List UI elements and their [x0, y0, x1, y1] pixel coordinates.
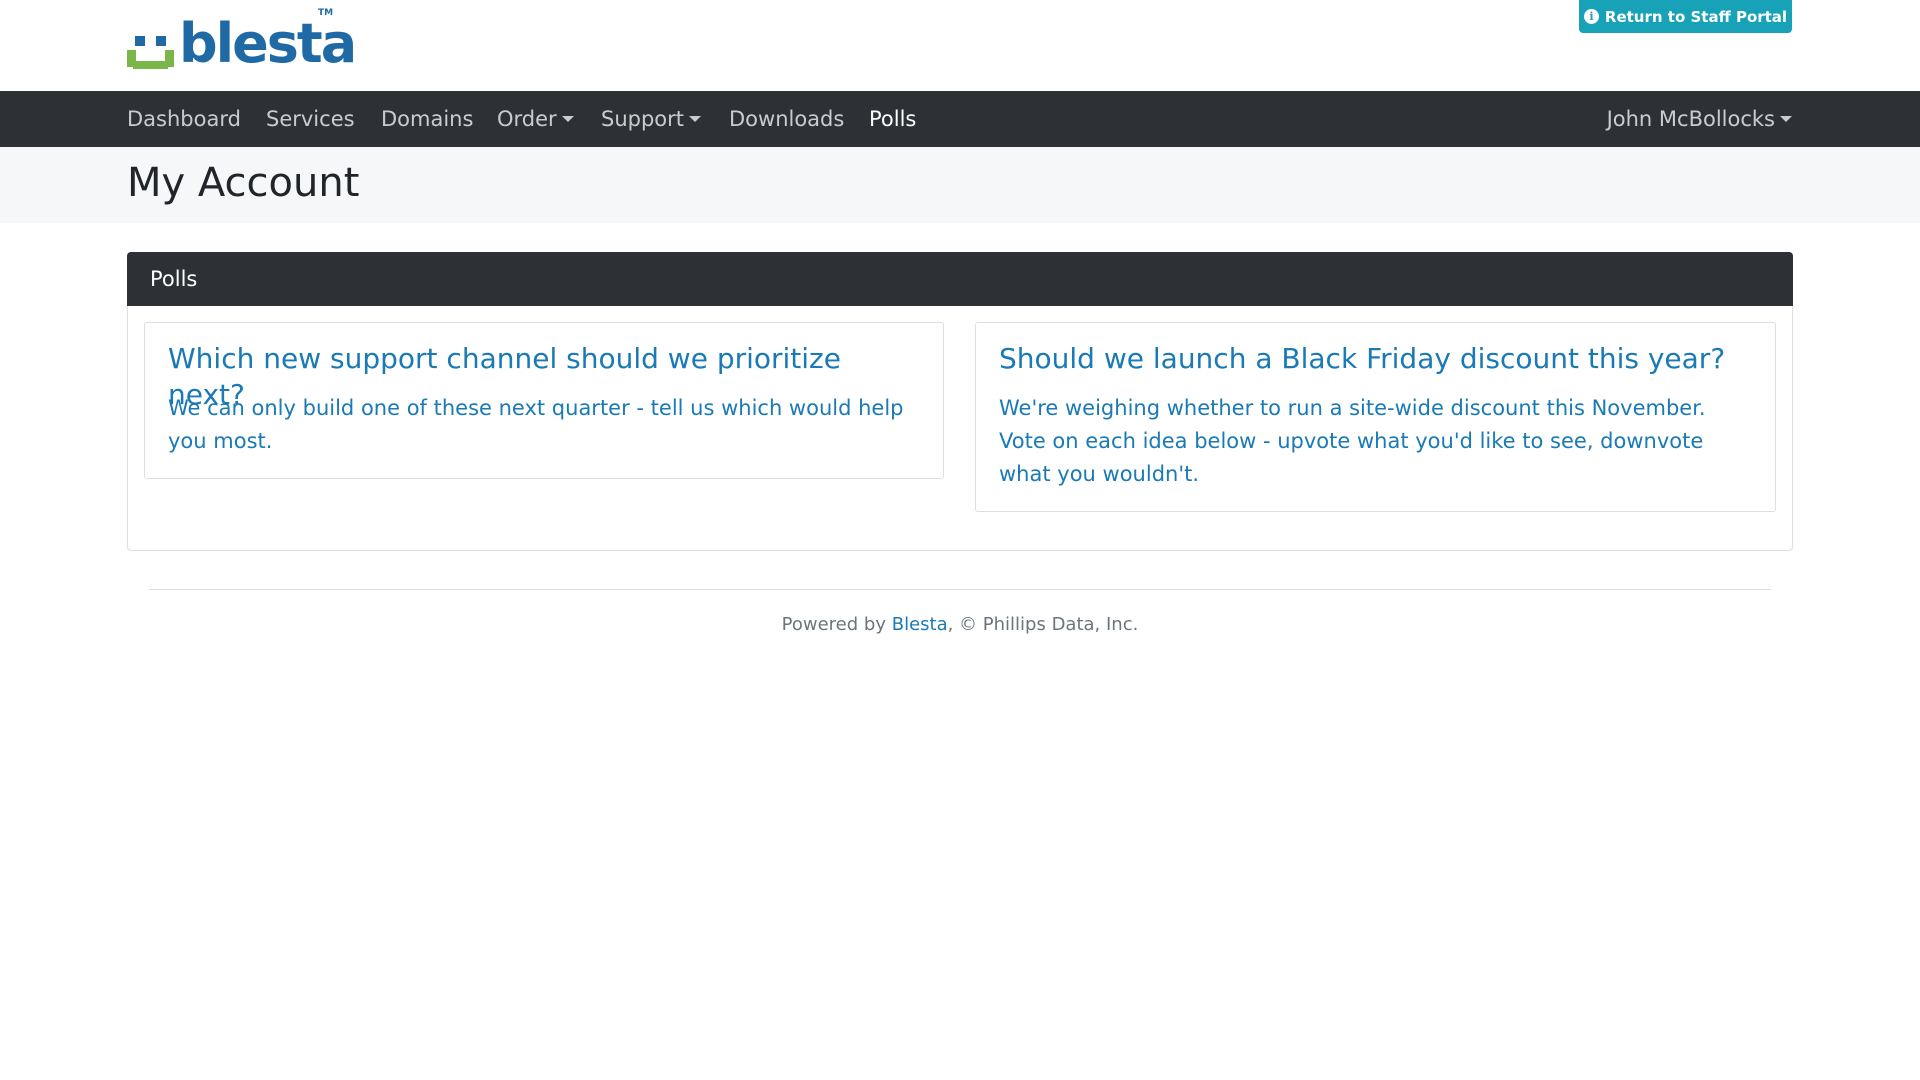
top-bar: blesta TM i Return to Staff Portal — [0, 0, 1920, 91]
footer-suffix: , © Phillips Data, Inc. — [947, 614, 1139, 635]
smiley-logo-icon — [127, 16, 175, 72]
nav-item-label: Downloads — [729, 107, 845, 131]
footer-prefix: Powered by — [781, 614, 892, 635]
nav-item-order[interactable]: Order — [497, 91, 574, 147]
polls-panel: Polls Which new support channel should w… — [127, 252, 1793, 551]
page-header: My Account — [0, 147, 1920, 223]
main-navbar: Dashboard Services Domains Order Support… — [0, 91, 1920, 147]
caret-down-icon — [1780, 116, 1792, 122]
nav-item-label: Support — [601, 107, 685, 131]
nav-item-support[interactable]: Support — [601, 91, 702, 147]
nav-item-services[interactable]: Services — [266, 91, 355, 147]
poll-card[interactable]: Which new support channel should we prio… — [144, 322, 944, 479]
nav-item-downloads[interactable]: Downloads — [729, 91, 844, 147]
poll-description: We're weighing whether to run a site-wid… — [999, 396, 1706, 486]
nav-item-label: Domains — [381, 107, 474, 131]
nav-item-dashboard[interactable]: Dashboard — [127, 91, 241, 147]
caret-down-icon — [689, 116, 702, 122]
footer: Powered by Blesta, © Phillips Data, Inc. — [0, 614, 1920, 635]
nav-item-label: Order — [497, 107, 557, 131]
nav-item-domains[interactable]: Domains — [381, 91, 473, 147]
page-title: My Account — [127, 160, 360, 206]
panel-header: Polls — [127, 252, 1793, 306]
return-to-staff-portal-label: Return to Staff Portal — [1604, 7, 1788, 26]
logo-wordmark: blesta — [179, 12, 357, 75]
info-circle-icon: i — [1583, 9, 1599, 24]
poll-question[interactable]: Should we launch a Black Friday discount… — [999, 341, 1755, 377]
nav-item-label: Polls — [869, 107, 917, 131]
user-menu-dropdown[interactable]: John McBollocks — [1607, 91, 1792, 147]
return-to-staff-portal-button[interactable]: i Return to Staff Portal — [1579, 0, 1792, 33]
user-menu-label: John McBollocks — [1606, 107, 1775, 131]
logo-trademark: TM — [318, 8, 334, 18]
caret-down-icon — [561, 116, 574, 122]
poll-description: We can only build one of these next quar… — [168, 396, 904, 453]
panel-title: Polls — [150, 267, 198, 291]
footer-blesta-link[interactable]: Blesta — [892, 614, 948, 635]
poll-card[interactable]: Should we launch a Black Friday discount… — [975, 322, 1776, 512]
nav-item-label: Dashboard — [127, 107, 241, 131]
nav-item-polls[interactable]: Polls — [869, 91, 916, 147]
footer-divider — [149, 589, 1771, 590]
nav-item-label: Services — [266, 107, 355, 131]
blesta-logo[interactable]: blesta — [127, 12, 357, 75]
